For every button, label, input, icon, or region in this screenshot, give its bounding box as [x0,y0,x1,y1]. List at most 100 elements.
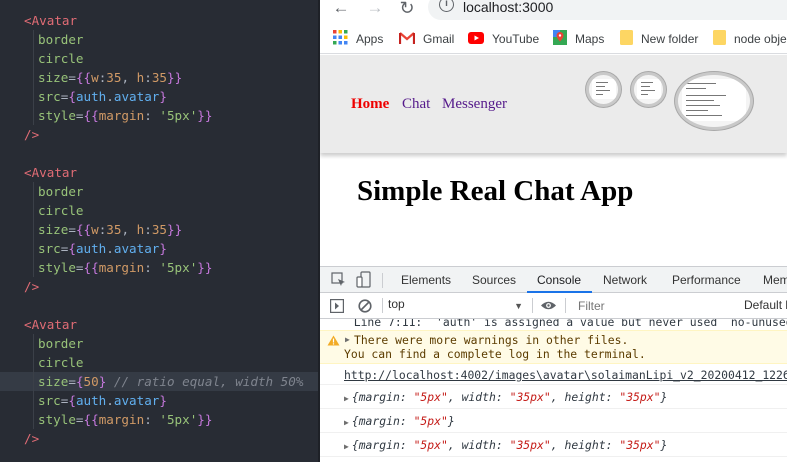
console-object-row[interactable]: ▶ {margin: "5px", width: "35px", height: … [320,433,787,457]
code-editor[interactable]: <Avatar border circle size={{w:35, h:35}} sr… [0,0,320,462]
page-title: Simple Real Chat App [357,175,634,207]
tab-sources[interactable]: Sources [472,273,516,287]
code-token: }} [197,260,213,275]
code-line: circle [0,353,320,372]
code-line: border [0,30,320,49]
code-token: {{ [83,260,99,275]
log-levels-select[interactable]: Default levels [744,298,787,312]
console-source-link[interactable]: http://localhost:4002/images\avatar\sola… [344,368,787,382]
youtube-icon [468,31,484,44]
code-token: { [75,374,84,389]
console-toolbar: top ▼ Default levels [320,293,787,319]
bookmarks-bar: Apps Gmail YouTube Maps New folder node … [320,22,787,54]
back-arrow-icon[interactable]: ← [330,0,352,20]
code-token: margin [98,260,145,275]
code-token: /> [24,127,40,142]
code-token: 35 [106,222,122,237]
object-preview: ▶ {margin: "5px", width: "35px", height: … [344,390,668,404]
code-token: '5px' [159,108,198,123]
eye-icon[interactable] [540,300,557,311]
console-object-row[interactable]: ▶ {margin: "5px", width: "35px", height: … [320,385,787,409]
code-token: style [38,108,76,123]
code-token: = [68,222,76,237]
forward-arrow-icon[interactable]: → [364,0,386,20]
object-value: "35px" [619,390,661,404]
maps-icon [553,30,567,46]
address-bar-url[interactable]: localhost:3000 [463,0,553,15]
inspect-element-icon[interactable] [331,272,346,287]
bookmark-label: Apps [356,32,384,46]
code-token: margin [98,108,145,123]
separator [532,298,533,313]
console-object-row[interactable]: ▶{margin: "5px"} [320,457,787,462]
device-toolbar-icon[interactable] [356,271,372,288]
code-token: w [91,70,99,85]
code-token: src [38,89,61,104]
object-value: "35px" [509,390,551,404]
bookmark-apps[interactable]: Apps [333,30,384,47]
code-token: = [68,70,76,85]
object-value: "35px" [509,438,551,452]
code-token: '5px' [159,260,198,275]
code-token: , [121,222,137,237]
tab-performance[interactable]: Performance [672,273,741,287]
console-object-row[interactable]: ▶{margin: "5px"} [320,409,787,433]
nav-home-link[interactable]: Home [351,96,389,113]
code-token: avatar [113,393,160,408]
avatar [631,72,666,107]
expand-triangle-icon[interactable]: ▶ [344,442,349,451]
bookmark-node-object[interactable]: node object [713,30,787,47]
code-token: }} [167,222,183,237]
nav-messenger-link[interactable]: Messenger [442,96,507,113]
object-key: height [564,390,606,404]
code-line: style={{margin: '5px'}} [0,258,320,277]
code-token: }} [167,70,183,85]
expand-triangle-icon[interactable]: ▶ [345,335,350,344]
show-sidebar-icon[interactable] [330,299,344,313]
tab-elements[interactable]: Elements [401,273,451,287]
code-token: = [75,260,84,275]
code-line: size={{w:35, h:35}} [0,68,320,87]
expand-triangle-icon[interactable]: ▶ [344,418,349,427]
bookmark-gmail[interactable]: Gmail [399,31,454,47]
console-message: http://localhost:4002/images\avatar\sola… [320,364,787,385]
code-token: auth [75,89,107,104]
code-token: circle [38,51,84,66]
console-filter-input[interactable] [573,296,735,315]
bookmark-label: Gmail [423,32,455,46]
code-token: size [38,374,69,389]
expand-triangle-icon[interactable]: ▶ [344,394,349,403]
context-select[interactable]: top ▼ [388,297,523,315]
object-value: "5px" [413,414,448,428]
warning-line-1: There were more warnings in other files. [354,333,629,347]
code-token: size [38,222,69,237]
code-token: }} [197,108,213,123]
code-token: {{ [75,70,92,85]
bookmark-youtube[interactable]: YouTube [468,31,539,47]
clear-console-icon[interactable] [358,299,372,313]
tab-network[interactable]: Network [603,273,647,287]
code-token: } [159,241,167,256]
bookmark-maps[interactable]: Maps [553,30,604,47]
code-token: auth [75,241,107,256]
nav-chat-link[interactable]: Chat [402,96,430,113]
bookmark-new-folder[interactable]: New folder [620,30,698,47]
code-line: <Avatar [0,11,320,30]
reload-icon[interactable]: ↻ [396,0,418,20]
code-token: {{ [83,108,99,123]
gmail-icon [399,31,415,44]
code-token: {{ [83,412,99,427]
browser-toolbar: ← → ↻ i localhost:3000 [320,0,787,22]
context-value: top [388,297,405,311]
code-token: size [38,70,69,85]
object-preview: ▶ {margin: "5px"} [344,414,455,428]
code-token: 50 [83,374,99,389]
separator [382,273,383,288]
console-message: Line 7:11: 'auth' is assigned a value bu… [340,319,787,329]
code-line: size={{w:35, h:35}} [0,220,320,239]
code-token: { [68,89,76,104]
tab-memory[interactable]: Memory [763,273,787,287]
tab-console[interactable]: Console [537,273,581,287]
